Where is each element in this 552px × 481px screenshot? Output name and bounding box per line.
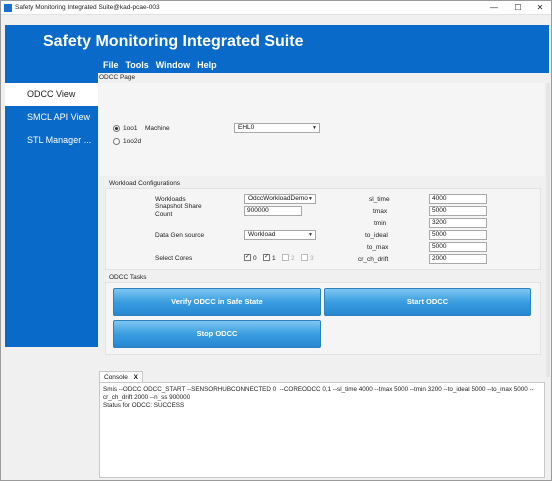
cores-label: Select Cores (155, 255, 193, 262)
core-1-label: 1 (272, 255, 276, 262)
snapshot-label-count: Count (155, 211, 173, 218)
app-header: Safety Monitoring Integrated Suite File … (5, 25, 549, 73)
chevron-down-icon: ▼ (308, 232, 313, 238)
sidebar: ODCC View SMCL API View STL Manager ... (5, 73, 98, 347)
menu-file[interactable]: File (103, 60, 119, 70)
machine-select[interactable]: EHL0 ▼ (234, 123, 320, 133)
sidebar-item-smcl-api-view[interactable]: SMCL API View (5, 106, 98, 129)
workloads-label: Workloads (155, 196, 186, 203)
start-odcc-button[interactable]: Start ODCC (324, 288, 531, 316)
title-bar: Safety Monitoring Integrated Suite@kad-p… (1, 1, 551, 15)
snapshot-label: Snapshot Share (155, 203, 202, 210)
tasks-section-label: ODCC Tasks (109, 274, 147, 281)
stop-odcc-button[interactable]: Stop ODCC (113, 320, 321, 348)
datagen-select[interactable]: Workload ▼ (244, 230, 316, 240)
chevron-down-icon: ▼ (308, 196, 313, 202)
minimize-icon[interactable]: — (483, 1, 505, 15)
scrollbar[interactable] (546, 83, 550, 377)
close-icon[interactable]: ✕ (529, 1, 551, 15)
verify-odcc-button[interactable]: Verify ODCC in Safe State (113, 288, 321, 316)
menu-help[interactable]: Help (197, 60, 217, 70)
core-3-label: 3 (310, 255, 314, 262)
core-0-label: 0 (253, 255, 257, 262)
tmin-label: tmin (374, 220, 387, 227)
mode-1oo2d-label: 1oo2d (123, 138, 142, 145)
tmax-label: tmax (373, 208, 388, 215)
cr-ch-drift-label: cr_ch_drift (358, 256, 389, 263)
datagen-select-value: Workload (248, 231, 276, 238)
core-2-label: 2 (291, 255, 295, 262)
machine-select-value: EHL0 (238, 124, 255, 131)
console-panel: Smis --ODCC ODCC_START --SENSORHUBCONNEC… (99, 382, 545, 478)
mode-1oo2d-radio[interactable] (113, 138, 120, 145)
tmin-input[interactable]: 3200 (429, 218, 487, 228)
mode-1oo1-radio[interactable] (113, 125, 120, 132)
mode-1oo1-label: 1oo1 (123, 125, 138, 132)
console-tab-label: Console (104, 374, 128, 381)
core-1-checkbox[interactable]: ✓ (263, 254, 270, 261)
window-title: Safety Monitoring Integrated Suite@kad-p… (15, 4, 160, 11)
core-3-checkbox (301, 254, 308, 261)
to-max-input[interactable]: 5000 (429, 242, 487, 252)
workloads-select[interactable]: OdccWorkloadDemo ▼ (244, 194, 316, 204)
sidebar-item-stl-manager[interactable]: STL Manager ... (5, 129, 98, 152)
chevron-down-icon: ▼ (312, 125, 317, 131)
tmax-input[interactable]: 5000 (429, 206, 487, 216)
to-max-label: to_max (367, 244, 389, 251)
menu-tools[interactable]: Tools (125, 60, 148, 70)
to-ideal-label: to_ideal (365, 232, 388, 239)
application-window: Safety Monitoring Integrated Suite@kad-p… (0, 0, 552, 481)
page-label: ODCC Page (99, 74, 136, 81)
sidebar-item-odcc-view[interactable]: ODCC View (5, 83, 98, 106)
app-title: Safety Monitoring Integrated Suite (43, 33, 304, 50)
sl-time-label: sl_time (369, 196, 390, 203)
to-ideal-input[interactable]: 5000 (429, 230, 487, 240)
workloads-select-value: OdccWorkloadDemo (248, 195, 308, 202)
workload-section-label: Workload Configurations (109, 180, 181, 187)
core-0-checkbox[interactable]: ✓ (244, 254, 251, 261)
cr-ch-drift-input[interactable]: 2000 (429, 254, 487, 264)
maximize-icon[interactable]: ☐ (507, 1, 529, 15)
app-icon (4, 4, 12, 12)
menu-window[interactable]: Window (156, 60, 190, 70)
machine-label: Machine (145, 125, 170, 132)
console-output: Smis --ODCC ODCC_START --SENSORHUBCONNEC… (103, 386, 534, 409)
snapshot-count-input[interactable]: 900000 (244, 206, 302, 216)
datagen-label: Data Gen source (155, 232, 205, 239)
menu-bar: File Tools Window Help (103, 60, 222, 73)
core-2-checkbox (282, 254, 289, 261)
sl-time-input[interactable]: 4000 (429, 194, 487, 204)
